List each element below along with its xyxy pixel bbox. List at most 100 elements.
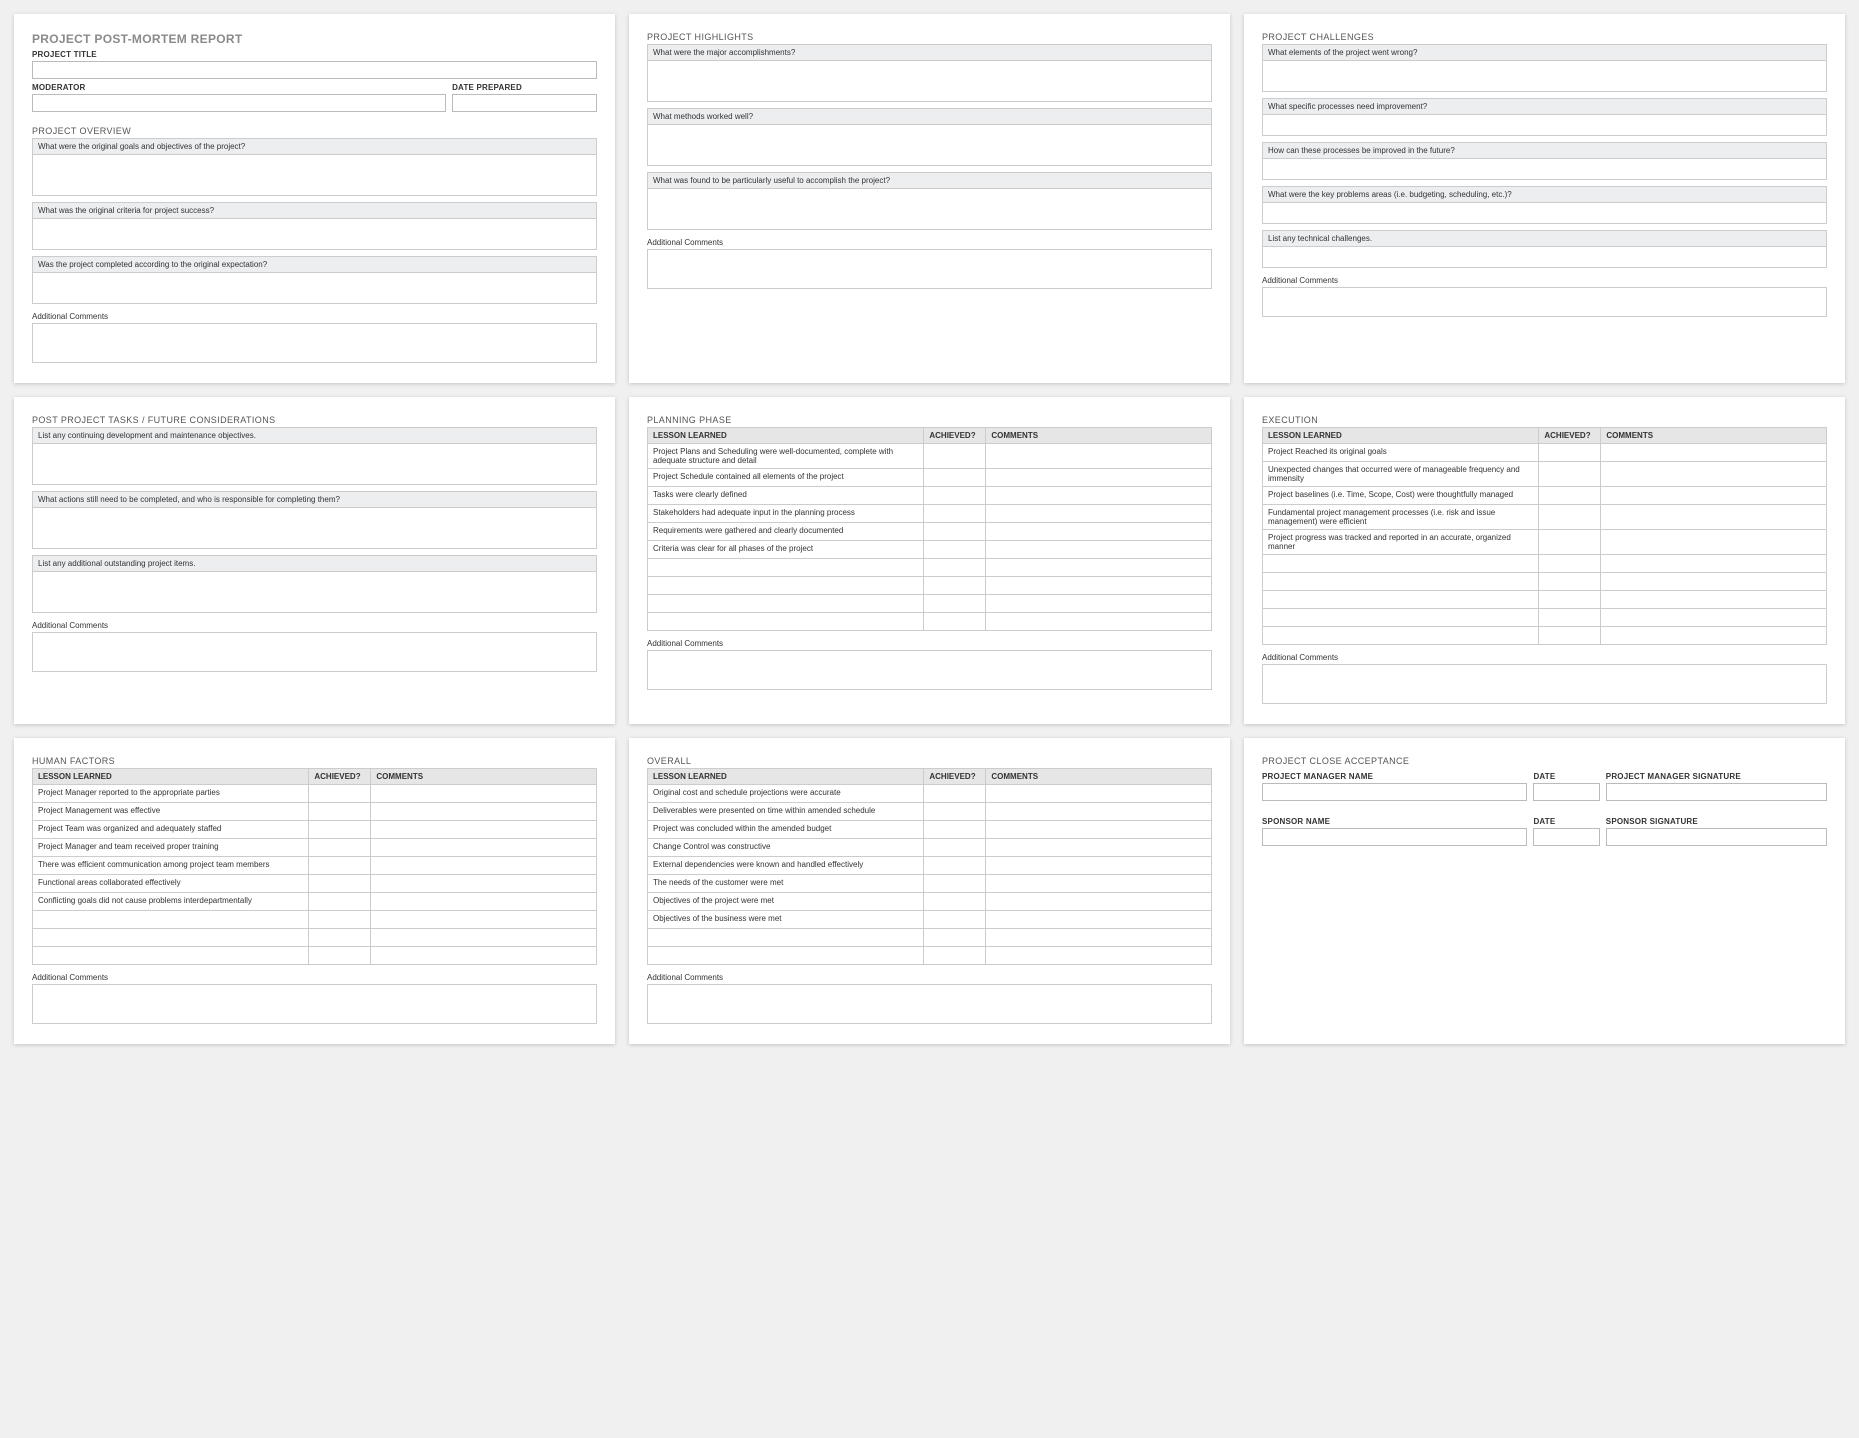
cell-comments[interactable]: [986, 523, 1212, 541]
cell-achieved[interactable]: [309, 839, 371, 857]
addl-box-3[interactable]: [1262, 287, 1827, 317]
ans-problems[interactable]: [1262, 202, 1827, 224]
ans-technical[interactable]: [1262, 246, 1827, 268]
input-sponsor-sig[interactable]: [1606, 828, 1827, 846]
ans-wrong[interactable]: [1262, 60, 1827, 92]
ans-methods[interactable]: [647, 124, 1212, 166]
addl-box-5[interactable]: [647, 650, 1212, 690]
input-pm-date[interactable]: [1533, 783, 1599, 801]
cell-comments[interactable]: [986, 929, 1212, 947]
cell-achieved[interactable]: [309, 803, 371, 821]
cell-comments[interactable]: [1601, 627, 1827, 645]
cell-achieved[interactable]: [924, 613, 986, 631]
cell-comments[interactable]: [1601, 505, 1827, 530]
input-date-prepared[interactable]: [452, 94, 597, 112]
cell-comments[interactable]: [371, 947, 597, 965]
cell-achieved[interactable]: [924, 893, 986, 911]
input-sponsor-name[interactable]: [1262, 828, 1527, 846]
ans-useful[interactable]: [647, 188, 1212, 230]
cell-comments[interactable]: [986, 444, 1212, 469]
input-pm-name[interactable]: [1262, 783, 1527, 801]
addl-box-7[interactable]: [32, 984, 597, 1024]
cell-achieved[interactable]: [924, 947, 986, 965]
cell-comments[interactable]: [986, 857, 1212, 875]
cell-achieved[interactable]: [1539, 591, 1601, 609]
cell-comments[interactable]: [986, 947, 1212, 965]
cell-achieved[interactable]: [1539, 555, 1601, 573]
cell-achieved[interactable]: [924, 444, 986, 469]
cell-comments[interactable]: [371, 839, 597, 857]
cell-achieved[interactable]: [309, 929, 371, 947]
cell-comments[interactable]: [371, 911, 597, 929]
input-pm-sig[interactable]: [1606, 783, 1827, 801]
cell-achieved[interactable]: [924, 469, 986, 487]
cell-achieved[interactable]: [1539, 444, 1601, 462]
cell-achieved[interactable]: [924, 487, 986, 505]
cell-achieved[interactable]: [924, 839, 986, 857]
cell-achieved[interactable]: [924, 577, 986, 595]
cell-achieved[interactable]: [309, 821, 371, 839]
ans-improve[interactable]: [1262, 114, 1827, 136]
cell-comments[interactable]: [986, 559, 1212, 577]
ans-accomplishments[interactable]: [647, 60, 1212, 102]
cell-comments[interactable]: [371, 803, 597, 821]
cell-comments[interactable]: [986, 613, 1212, 631]
cell-achieved[interactable]: [1539, 530, 1601, 555]
addl-box-8[interactable]: [647, 984, 1212, 1024]
addl-box-1[interactable]: [32, 323, 597, 363]
cell-achieved[interactable]: [309, 857, 371, 875]
cell-achieved[interactable]: [309, 875, 371, 893]
cell-comments[interactable]: [371, 821, 597, 839]
ans-continuing[interactable]: [32, 443, 597, 485]
cell-comments[interactable]: [986, 577, 1212, 595]
cell-achieved[interactable]: [924, 541, 986, 559]
cell-achieved[interactable]: [924, 785, 986, 803]
cell-comments[interactable]: [986, 785, 1212, 803]
cell-achieved[interactable]: [924, 929, 986, 947]
addl-box-2[interactable]: [647, 249, 1212, 289]
cell-achieved[interactable]: [309, 785, 371, 803]
ans-criteria[interactable]: [32, 218, 597, 250]
cell-comments[interactable]: [986, 875, 1212, 893]
cell-achieved[interactable]: [924, 559, 986, 577]
cell-comments[interactable]: [986, 893, 1212, 911]
ans-future[interactable]: [1262, 158, 1827, 180]
cell-achieved[interactable]: [1539, 505, 1601, 530]
cell-achieved[interactable]: [924, 857, 986, 875]
cell-comments[interactable]: [986, 803, 1212, 821]
cell-comments[interactable]: [986, 595, 1212, 613]
cell-comments[interactable]: [986, 487, 1212, 505]
cell-comments[interactable]: [1601, 573, 1827, 591]
input-sponsor-date[interactable]: [1533, 828, 1599, 846]
cell-comments[interactable]: [1601, 487, 1827, 505]
cell-comments[interactable]: [986, 541, 1212, 559]
cell-comments[interactable]: [986, 505, 1212, 523]
cell-comments[interactable]: [1601, 609, 1827, 627]
input-project-title[interactable]: [32, 61, 597, 79]
cell-comments[interactable]: [371, 785, 597, 803]
cell-achieved[interactable]: [924, 803, 986, 821]
ans-outstanding[interactable]: [32, 571, 597, 613]
addl-box-4[interactable]: [32, 632, 597, 672]
cell-comments[interactable]: [1601, 444, 1827, 462]
cell-comments[interactable]: [371, 875, 597, 893]
cell-achieved[interactable]: [1539, 627, 1601, 645]
cell-comments[interactable]: [371, 857, 597, 875]
input-moderator[interactable]: [32, 94, 446, 112]
cell-achieved[interactable]: [1539, 609, 1601, 627]
cell-achieved[interactable]: [924, 523, 986, 541]
cell-achieved[interactable]: [1539, 573, 1601, 591]
cell-achieved[interactable]: [1539, 487, 1601, 505]
cell-achieved[interactable]: [309, 947, 371, 965]
cell-comments[interactable]: [1601, 555, 1827, 573]
cell-comments[interactable]: [986, 821, 1212, 839]
ans-expectation[interactable]: [32, 272, 597, 304]
cell-achieved[interactable]: [924, 911, 986, 929]
addl-box-6[interactable]: [1262, 664, 1827, 704]
cell-comments[interactable]: [1601, 591, 1827, 609]
ans-goals[interactable]: [32, 154, 597, 196]
cell-comments[interactable]: [1601, 462, 1827, 487]
cell-comments[interactable]: [986, 839, 1212, 857]
cell-achieved[interactable]: [309, 911, 371, 929]
cell-achieved[interactable]: [924, 821, 986, 839]
